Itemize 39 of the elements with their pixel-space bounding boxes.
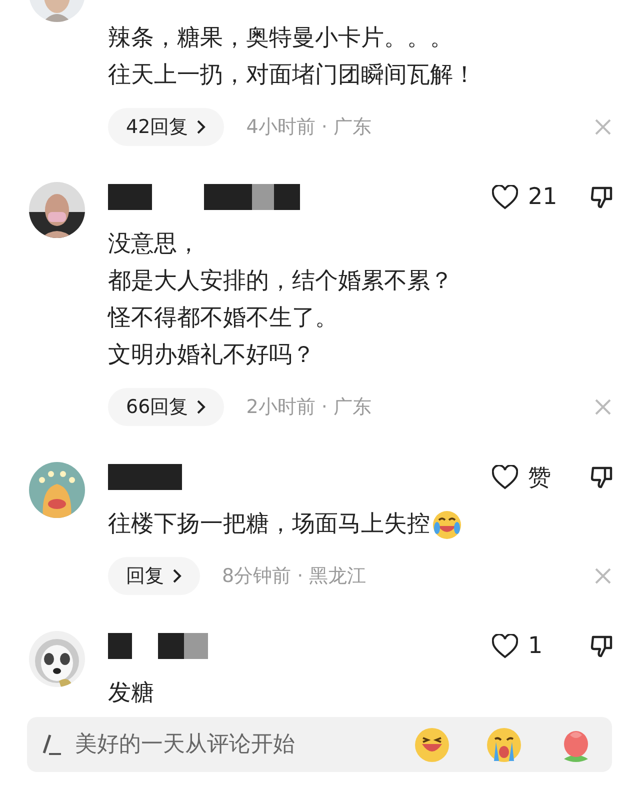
thumbs-down-icon[interactable] [590, 464, 614, 490]
heart-icon [492, 184, 518, 210]
close-icon[interactable] [594, 398, 612, 416]
replies-button[interactable]: 42回复 [108, 108, 224, 146]
comment-meta: 4小时前 · 广东 [246, 115, 372, 140]
heart-icon [492, 464, 518, 490]
replies-button[interactable]: 回复 [108, 557, 200, 595]
comment-text: 都是大人安排的，结个婚累不累？ [108, 267, 454, 296]
redaction-block [108, 633, 132, 659]
comment-text: 往天上一扔，对面堵门团瞬间瓦解！ [108, 61, 477, 90]
laughing-face-icon[interactable] [414, 726, 450, 762]
like-button[interactable]: 1 [492, 633, 572, 659]
comment-text: 文明办婚礼不好吗？ [108, 341, 316, 370]
crying-face-icon[interactable] [486, 726, 522, 762]
comment-text: 辣条，糖果，奥特曼小卡片。。。 [108, 24, 454, 53]
chevron-right-icon [172, 568, 182, 584]
comment-text: 没意思， [108, 230, 201, 259]
close-icon[interactable] [594, 567, 612, 585]
close-icon[interactable] [594, 118, 612, 136]
redaction-block [184, 633, 208, 659]
pen-icon [41, 732, 63, 756]
comment-text: 往楼下扬一把糖，场面马上失控 [108, 506, 614, 543]
redaction-block [158, 633, 184, 659]
chevron-right-icon [196, 119, 206, 135]
redaction-block [274, 184, 300, 210]
comment-meta: 8分钟前 · 黑龙江 [222, 564, 368, 589]
chevron-right-icon [196, 399, 206, 415]
comment-input[interactable]: 美好的一天从评论开始 [73, 731, 378, 758]
comment-text: 怪不得都不婚不生了。 [108, 304, 339, 333]
heart-icon [492, 634, 518, 658]
replies-button[interactable]: 66回复 [108, 388, 224, 426]
thumbs-down-icon[interactable] [590, 634, 614, 658]
comment-bar[interactable]: 美好的一天从评论开始 [27, 717, 612, 772]
comment-meta: 2小时前 · 广东 [246, 395, 372, 420]
thumbs-down-icon[interactable] [590, 184, 614, 210]
redaction-block [108, 184, 152, 210]
comment-text: 发糖 [108, 679, 155, 708]
like-button[interactable]: 赞 [492, 462, 572, 492]
like-button[interactable]: 21 [492, 184, 572, 210]
